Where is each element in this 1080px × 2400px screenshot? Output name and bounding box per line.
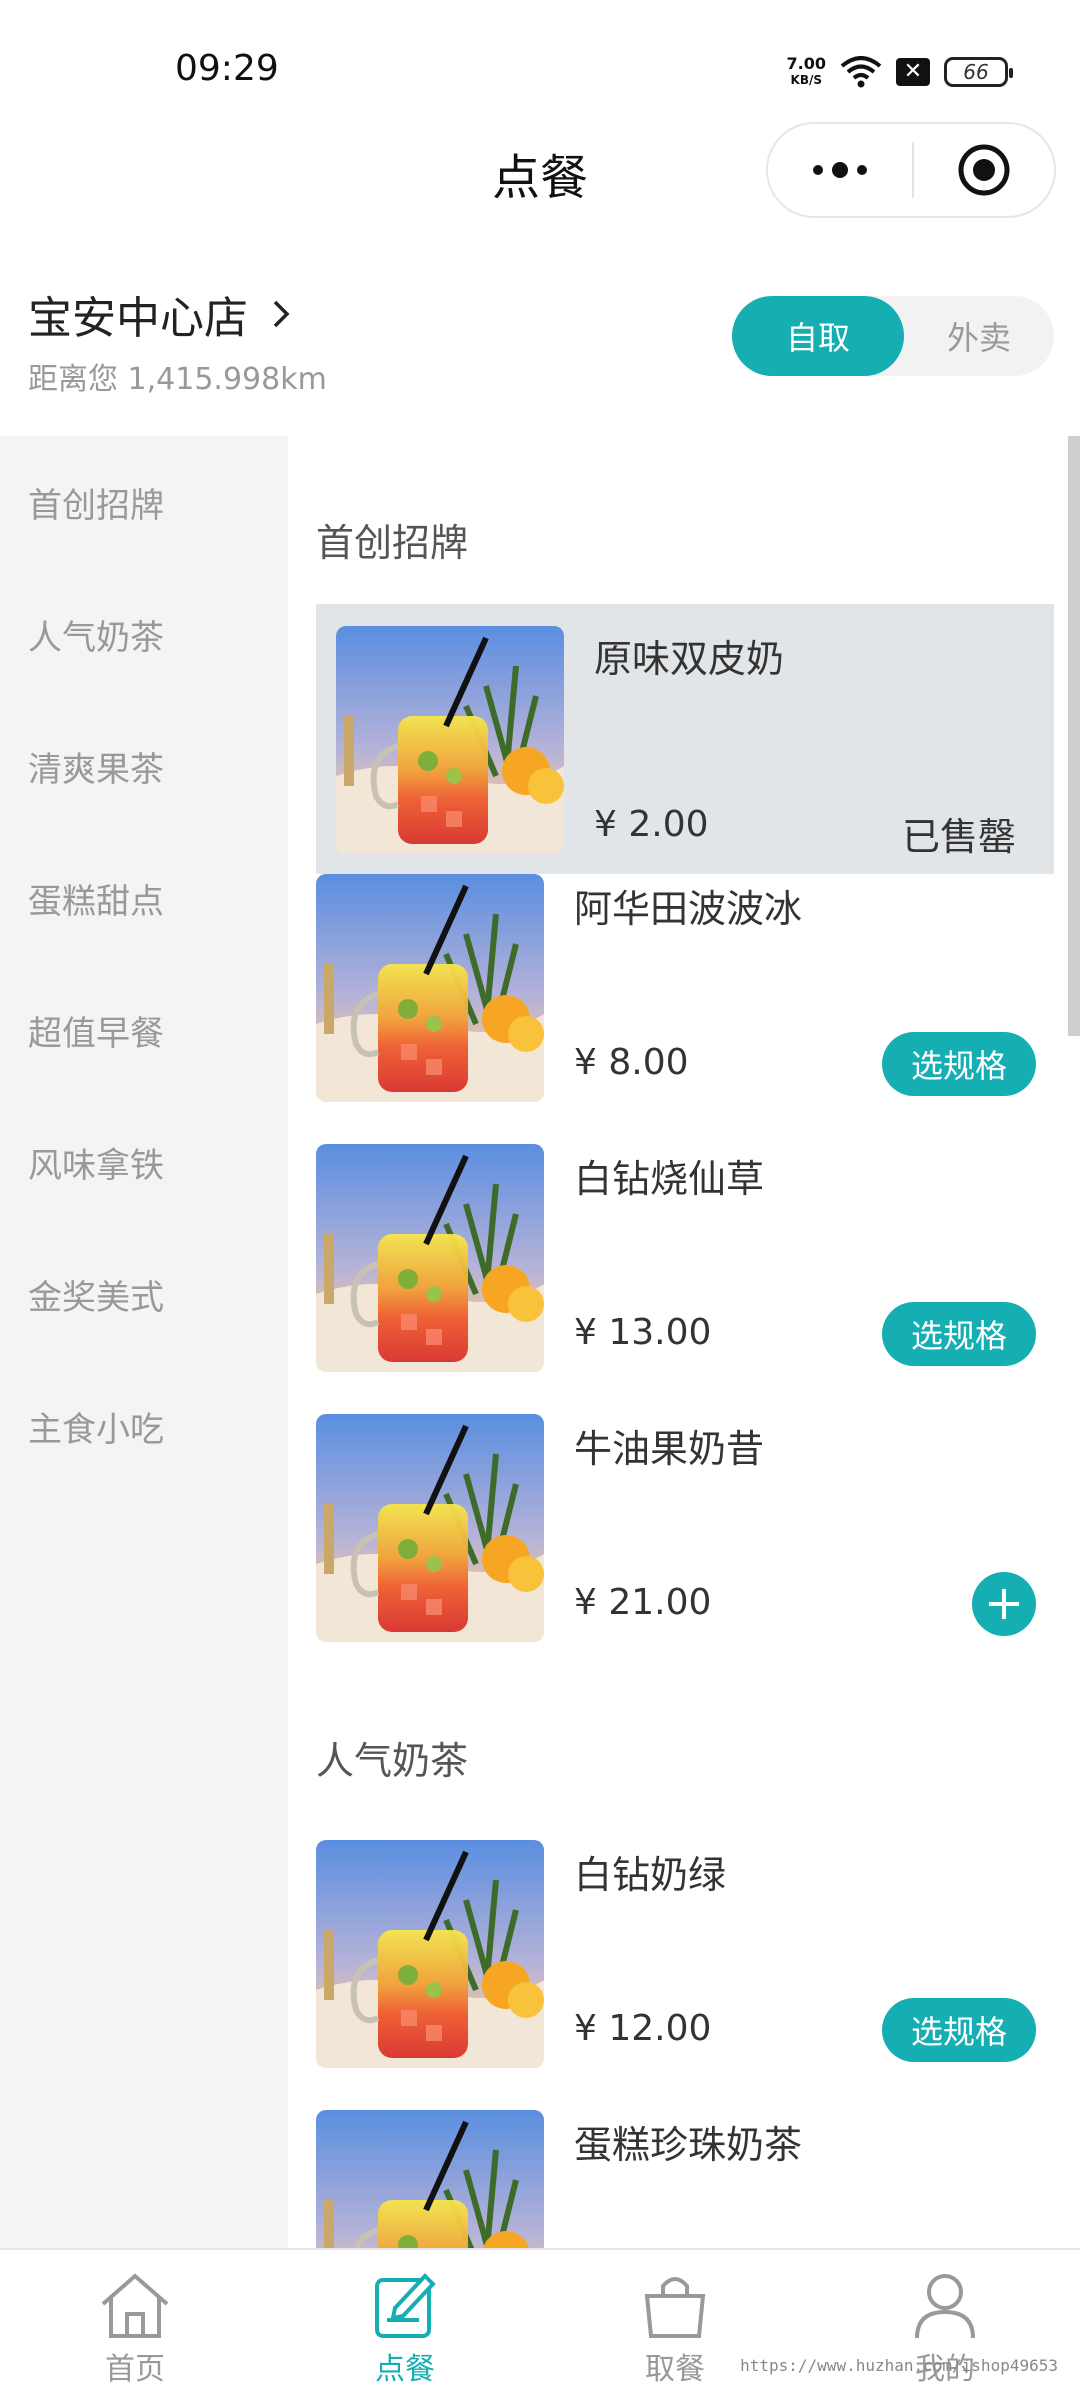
product-image (316, 1840, 544, 2068)
order-mode-toggle: 自取 外卖 (732, 296, 1054, 376)
section-title: 首创招牌 (316, 521, 469, 565)
product-image (316, 874, 544, 1102)
store-name: 宝安中心店 (28, 293, 248, 344)
product-name: 蛋糕珍珠奶茶 (574, 2123, 803, 2167)
target-icon (958, 144, 1010, 196)
product-name: 阿华田波波冰 (574, 887, 803, 931)
product-name: 牛油果奶昔 (574, 1427, 765, 1471)
category-item[interactable]: 金奖美式 (0, 1228, 288, 1360)
tab-order[interactable]: 点餐 (270, 2250, 540, 2400)
more-button[interactable] (768, 124, 912, 216)
product-image (336, 626, 564, 854)
home-icon (101, 2273, 169, 2338)
more-dots-icon (813, 162, 867, 178)
category-item[interactable]: 风味拿铁 (0, 1096, 288, 1228)
product-card[interactable]: 阿华田波波冰 ¥ 8.00 选规格 (316, 874, 1054, 1144)
network-speed: 7.00 KB/S (786, 54, 826, 88)
product-card[interactable]: 白钻烧仙草 ¥ 13.00 选规格 (316, 1144, 1054, 1414)
product-price: ¥ 2.00 (594, 804, 709, 845)
store-selector[interactable]: 宝安中心店 (28, 282, 290, 346)
category-item[interactable]: 蛋糕甜点 (0, 832, 288, 964)
category-item[interactable]: 主食小吃 (0, 1360, 288, 1492)
product-name: 白钻烧仙草 (574, 1157, 765, 1201)
status-time: 09:29 (175, 48, 279, 89)
category-item[interactable]: 超值早餐 (0, 964, 288, 1096)
user-icon (915, 2274, 975, 2339)
watermark: https://www.huzhan.com/ishop49653 (740, 2356, 1058, 2375)
product-card-soldout[interactable]: 原味双皮奶 ¥ 2.00 已售罄 (316, 604, 1054, 874)
order-icon (375, 2273, 436, 2338)
product-card[interactable]: 蛋糕珍珠奶茶 (316, 2110, 1054, 2248)
bag-icon (644, 2277, 706, 2338)
category-item[interactable]: 清爽果茶 (0, 700, 288, 832)
category-item[interactable]: 人气奶茶 (0, 568, 288, 700)
close-button[interactable] (914, 124, 1054, 216)
product-name: 白钻奶绿 (574, 1853, 727, 1897)
status-icons: 7.00 KB/S ✕ 66 (786, 52, 1013, 92)
product-image (316, 1414, 544, 1642)
select-spec-button[interactable]: 选规格 (882, 1998, 1036, 2062)
status-bar: 09:29 7.00 KB/S ✕ 66 (0, 0, 1080, 130)
mini-program-capsule (766, 122, 1056, 218)
product-image (316, 1144, 544, 1372)
delivery-mode-button[interactable]: 外卖 (904, 296, 1054, 376)
no-sim-icon: ✕ (896, 58, 930, 86)
category-sidebar: 首创招牌 人气奶茶 清爽果茶 蛋糕甜点 超值早餐 风味拿铁 金奖美式 主食小吃 (0, 436, 288, 2248)
tab-pickup[interactable]: 取餐 (540, 2250, 810, 2400)
bottom-tabbar: 首页 点餐 取餐 我的 (0, 2248, 1080, 2400)
section-title: 人气奶茶 (316, 1739, 469, 1783)
scrollbar[interactable] (1068, 436, 1080, 1036)
tab-mine[interactable]: 我的 (810, 2250, 1080, 2400)
soldout-label: 已售罄 (901, 815, 1016, 859)
product-price: ¥ 21.00 (574, 1582, 712, 1623)
pickup-mode-button[interactable]: 自取 (732, 296, 904, 376)
tab-home[interactable]: 首页 (0, 2250, 270, 2400)
wifi-icon (840, 56, 882, 88)
battery-icon: 66 (944, 57, 1013, 87)
product-name: 原味双皮奶 (594, 637, 785, 681)
product-list[interactable]: 首创招牌 原味双皮奶 ¥ 2.00 已售罄 阿华田波波冰 ¥ 8.00 选规格 … (288, 436, 1080, 2248)
select-spec-button[interactable]: 选规格 (882, 1032, 1036, 1096)
tab-label: 取餐 (645, 2352, 705, 2387)
product-price: ¥ 12.00 (574, 2008, 712, 2049)
product-price: ¥ 13.00 (574, 1312, 712, 1353)
product-card[interactable]: 白钻奶绿 ¥ 12.00 选规格 (316, 1840, 1054, 2110)
tab-label: 首页 (105, 2352, 165, 2387)
tab-label: 点餐 (375, 2352, 435, 2387)
category-item[interactable]: 首创招牌 (0, 436, 288, 568)
chevron-right-icon (273, 300, 290, 328)
product-price: ¥ 8.00 (574, 1042, 689, 1083)
store-distance: 距离您 1,415.998km (28, 362, 327, 397)
select-spec-button[interactable]: 选规格 (882, 1302, 1036, 1366)
product-image (316, 2110, 544, 2248)
product-card[interactable]: 牛油果奶昔 ¥ 21.00 (316, 1414, 1054, 1684)
add-to-cart-button[interactable] (972, 1572, 1036, 1636)
